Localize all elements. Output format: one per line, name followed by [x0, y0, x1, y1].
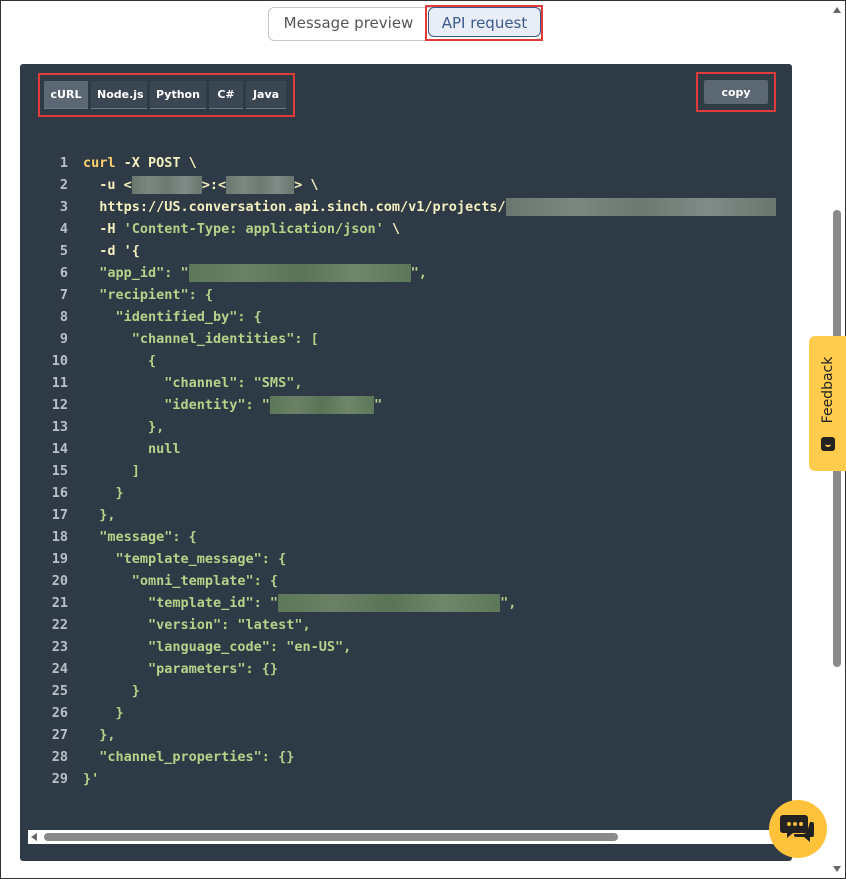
code-text: -d '{ [83, 243, 140, 259]
line-number: 13 [51, 419, 68, 435]
line-number: 18 [51, 529, 68, 545]
code-text: "channel_identities": [ [83, 331, 319, 347]
code-text: }' [83, 771, 100, 787]
code-text: }, [83, 727, 116, 743]
line-number: 26 [51, 705, 68, 721]
code-text: curl -X POST \ [83, 155, 197, 171]
tab-curl[interactable]: cURL [44, 81, 88, 109]
code-text: -u < >:< > \ [83, 176, 319, 194]
scroll-up-icon[interactable] [833, 7, 841, 13]
code-text: }, [83, 419, 165, 435]
code-panel: cURL Node.js Python C# Java copy 1 curl -… [20, 64, 792, 861]
line-number: 2 [59, 177, 68, 193]
tab-java[interactable]: Java [246, 81, 286, 109]
code-text: "language_code": "en-US", [83, 639, 352, 655]
view-toggle: Message preview API request [268, 7, 542, 41]
line-number: 1 [59, 155, 68, 171]
line-number: 22 [51, 617, 68, 633]
line-number: 19 [51, 551, 68, 567]
line-number: 15 [51, 463, 68, 479]
code-text: https://US.conversation.api.sinch.com/v1… [83, 196, 776, 218]
api-request-tab[interactable]: API request [428, 7, 541, 37]
horizontal-scrollbar[interactable] [28, 830, 784, 844]
code-text: "channel_properties": {} [83, 749, 295, 765]
redacted-value [226, 176, 295, 194]
line-number: 11 [51, 375, 68, 391]
code-text: }, [83, 507, 116, 523]
horizontal-scroll-thumb[interactable] [44, 833, 618, 841]
redacted-value [505, 198, 776, 216]
line-number: 20 [51, 573, 68, 589]
code-text: ] [83, 463, 140, 479]
code-text: } [83, 485, 124, 501]
message-preview-tab[interactable]: Message preview [269, 8, 428, 38]
code-text: } [83, 683, 140, 699]
tab-nodejs[interactable]: Node.js [91, 81, 147, 109]
code-text: } [83, 705, 124, 721]
line-number: 12 [51, 397, 68, 413]
line-number: 17 [51, 507, 68, 523]
code-text: { [83, 353, 157, 369]
line-number: 3 [59, 199, 68, 215]
tab-python[interactable]: Python [150, 81, 206, 109]
line-number: 5 [59, 243, 68, 259]
line-number: 21 [51, 595, 68, 611]
code-text: -H 'Content-Type: application/json' \ [83, 221, 400, 237]
line-number: 10 [51, 353, 68, 369]
redacted-value [269, 396, 374, 414]
line-number: 23 [51, 639, 68, 655]
code-text: "message": { [83, 529, 197, 545]
code-text: "app_id": " ", [83, 264, 427, 282]
code-text: "identified_by": { [83, 309, 262, 325]
line-number: 28 [51, 749, 68, 765]
line-number: 4 [59, 221, 68, 237]
code-text: "omni_template": { [83, 573, 279, 589]
scroll-down-icon[interactable] [833, 866, 841, 872]
line-number: 16 [51, 485, 68, 501]
code-text: "identity": " " [83, 396, 383, 414]
code-text: "recipient": { [83, 287, 214, 303]
line-number: 8 [59, 309, 68, 325]
redacted-value [278, 594, 501, 612]
scroll-left-icon[interactable] [31, 833, 37, 841]
line-number: 29 [51, 771, 68, 787]
tab-csharp[interactable]: C# [209, 81, 243, 109]
line-number: 27 [51, 727, 68, 743]
code-text: "channel": "SMS", [83, 375, 303, 391]
line-number: 14 [51, 441, 68, 457]
code-block[interactable]: 1 curl -X POST \ 2 -u < >:< > \ 3 https://US.… [20, 152, 792, 802]
line-number: 6 [59, 265, 68, 281]
code-text: "template_message": { [83, 551, 287, 567]
code-text: "version": "latest", [83, 617, 311, 633]
chat-bubble-icon [780, 815, 814, 842]
redacted-value [188, 264, 411, 282]
line-number: 9 [59, 331, 68, 347]
chat-button[interactable] [769, 800, 827, 858]
feedback-tab[interactable]: Feedback [809, 336, 846, 471]
copy-button[interactable]: copy [704, 80, 768, 104]
line-number: 24 [51, 661, 68, 677]
feedback-label: Feedback [820, 356, 836, 424]
feedback-face-icon [821, 437, 835, 451]
code-text: "parameters": {} [83, 661, 279, 677]
line-number: 25 [51, 683, 68, 699]
redacted-value [131, 176, 202, 194]
copy-highlight: copy [696, 72, 776, 112]
code-text: "template_id": " ", [83, 594, 517, 612]
code-text: null [83, 441, 181, 457]
line-number: 7 [59, 287, 68, 303]
language-tabs: cURL Node.js Python C# Java [38, 73, 295, 117]
